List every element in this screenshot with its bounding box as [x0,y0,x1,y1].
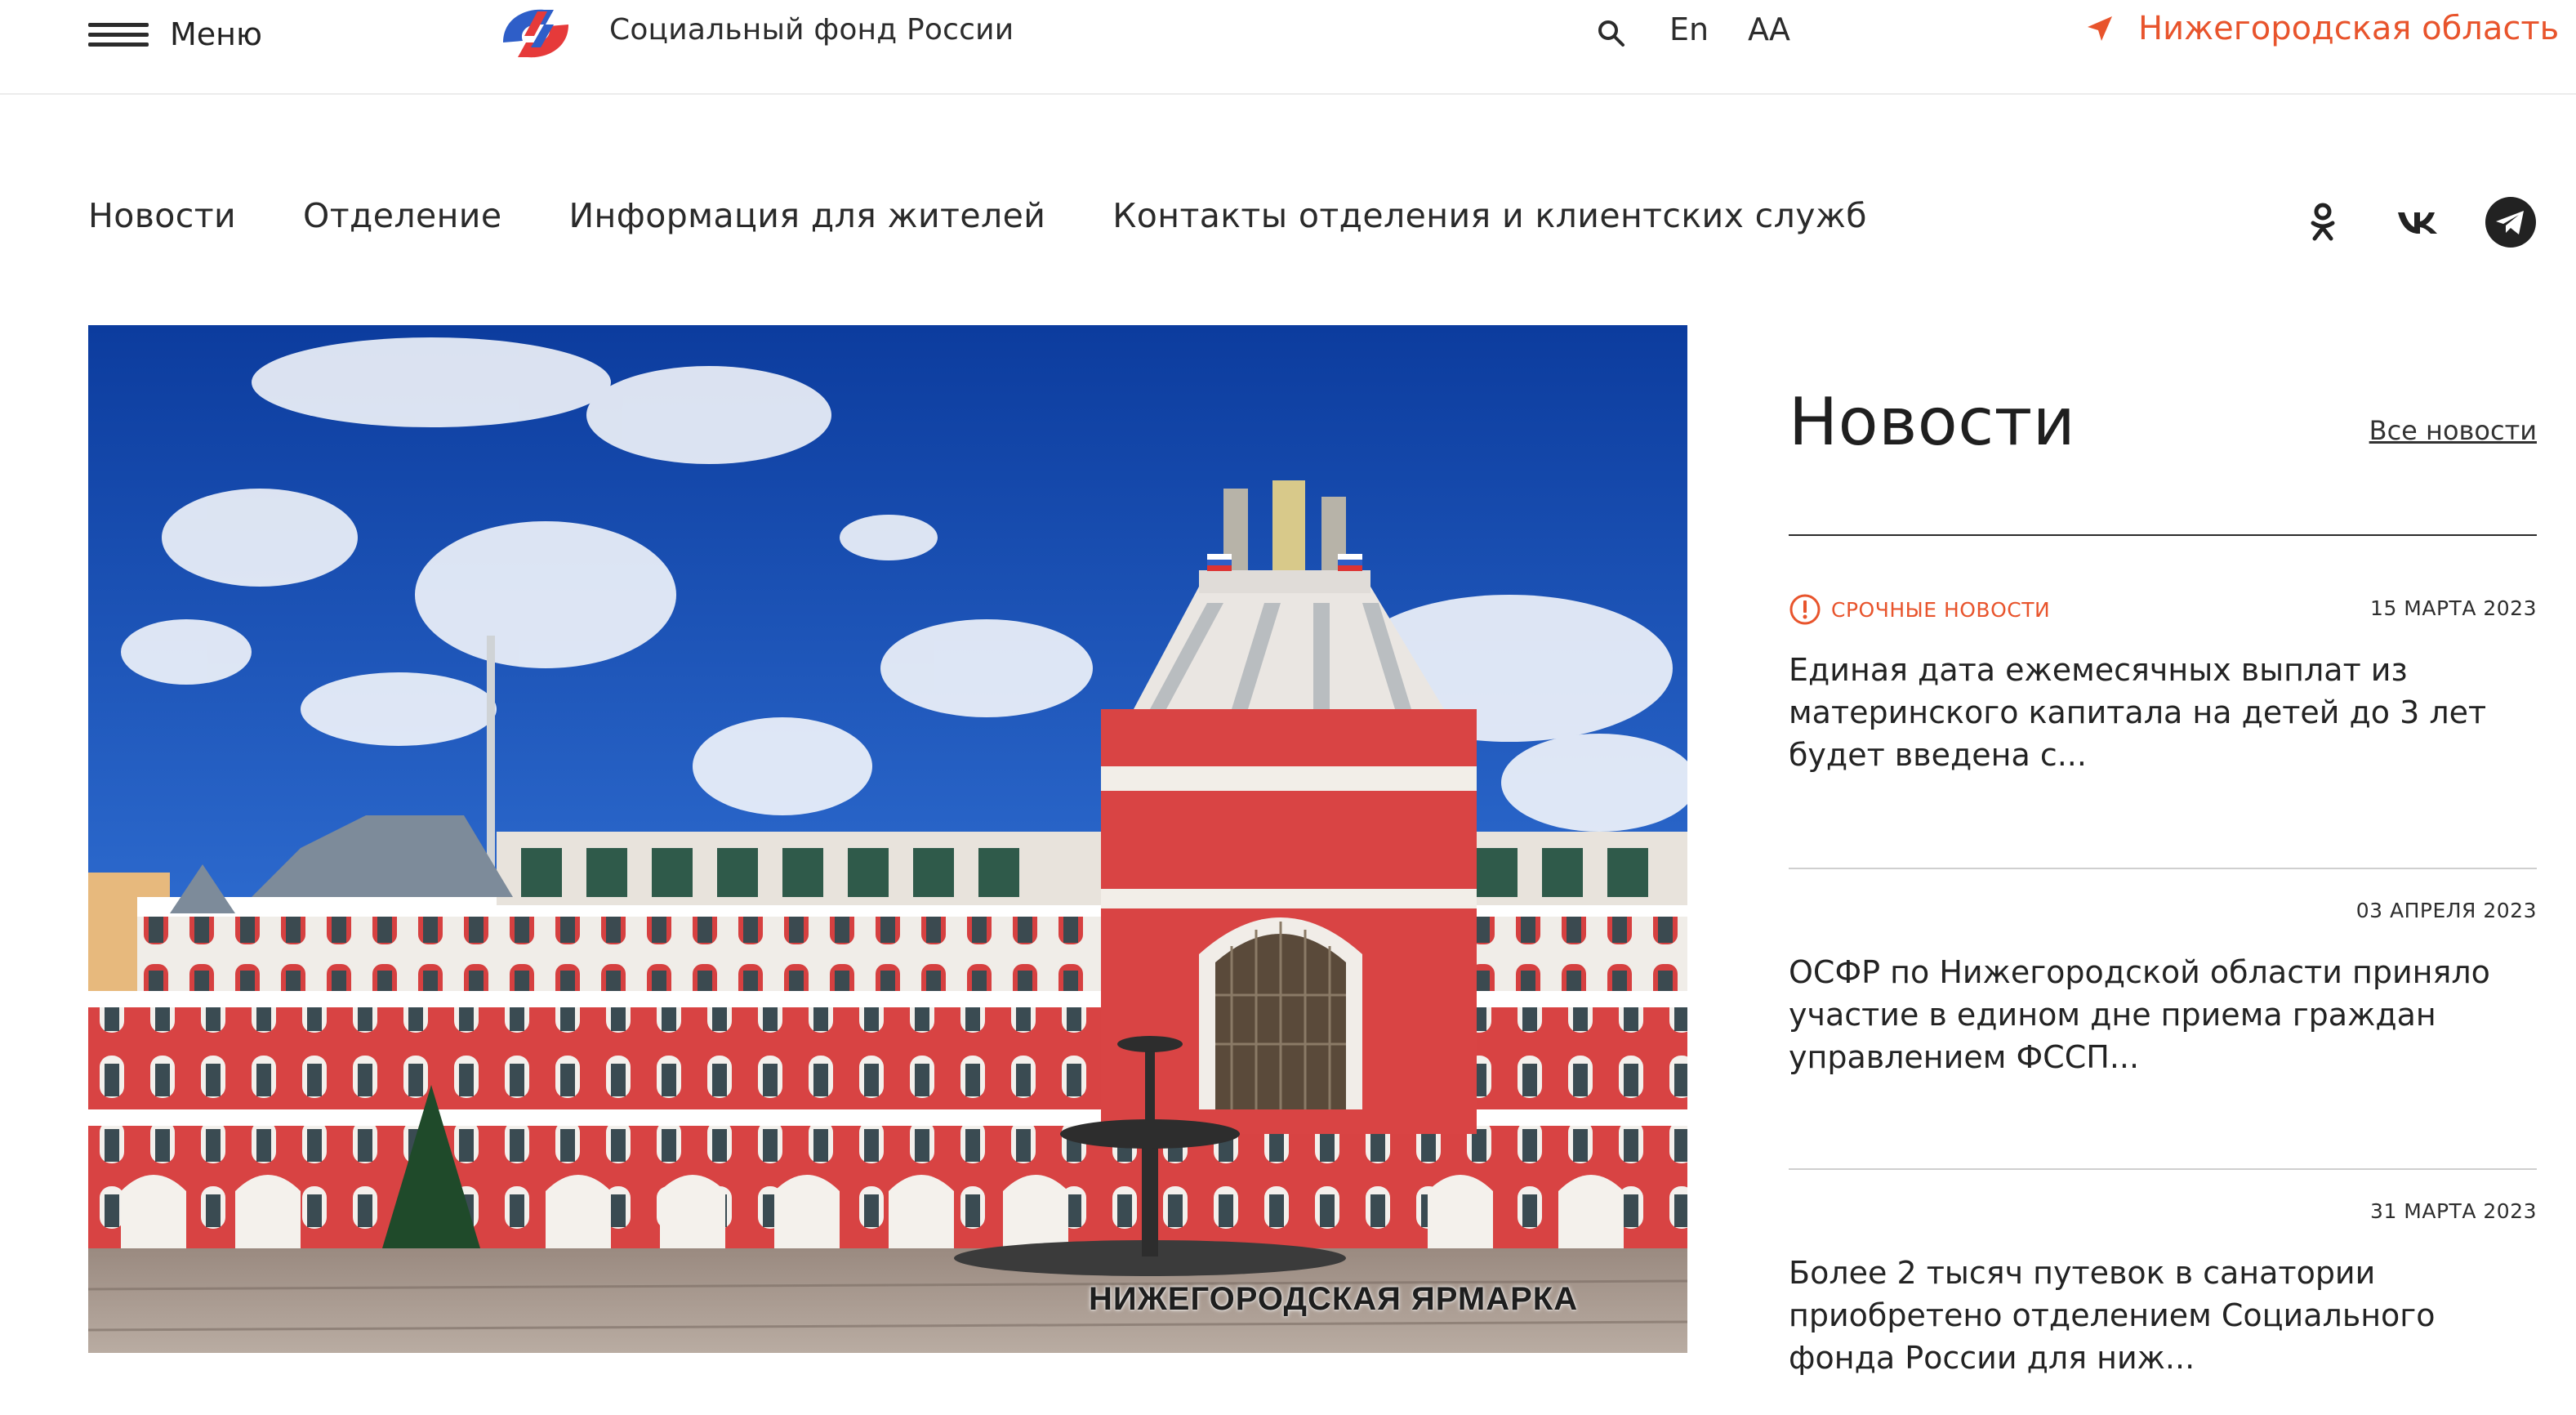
news-panel: Новости Все новости СРОЧНЫЕ НОВОСТИ 15 М… [1789,384,2537,1376]
news-headline[interactable]: Единая дата ежемесячных выплат из матери… [1789,649,2537,776]
search-icon[interactable] [1594,16,1629,51]
news-date: 15 МАРТА 2023 [2370,596,2537,620]
urgent-tag: СРОЧНЫЕ НОВОСТИ [1789,593,2050,626]
news-divider [1789,534,2537,536]
nav-item-residents-info[interactable]: Информация для жителей [568,196,1045,235]
location-arrow-icon [2088,16,2112,41]
menu-label: Меню [170,16,262,52]
news-date: 31 МАРТА 2023 [2370,1199,2537,1223]
nav-item-news[interactable]: Новости [88,196,236,235]
hero-caption: НИЖЕГОРОДСКАЯ ЯРМАРКА [1089,1281,1579,1317]
news-item-divider [1789,1168,2537,1170]
news-item-divider [1789,868,2537,869]
nav-item-department[interactable]: Отделение [303,196,501,235]
vk-icon[interactable] [2393,196,2445,248]
all-news-link[interactable]: Все новости [2369,415,2537,446]
urgent-tag-label: СРОЧНЫЕ НОВОСТИ [1831,597,2051,622]
telegram-icon[interactable] [2485,196,2537,248]
odnoklassniki-icon[interactable] [2297,196,2349,248]
top-header: Меню Социальный фонд России En АА Нижего… [0,0,2576,95]
language-switch[interactable]: En [1669,11,1709,47]
news-date: 03 АПРЕЛЯ 2023 [2355,899,2537,922]
hamburger-icon [88,18,149,51]
brand-name[interactable]: Социальный фонд России [609,13,1014,47]
news-meta: 31 МАРТА 2023 [1789,1196,2537,1229]
news-item[interactable]: 31 МАРТА 2023 Более 2 тысяч путевок в са… [1789,1168,2537,1379]
fair-building-illustration [88,325,1687,1353]
news-item[interactable]: 03 АПРЕЛЯ 2023 ОСФР по Нижегородской обл… [1789,868,2537,1078]
exclamation-circle-icon [1789,594,1821,625]
sfr-logo[interactable] [495,0,577,67]
news-headline[interactable]: Более 2 тысяч путевок в санатории приобр… [1789,1252,2537,1379]
news-meta: СРОЧНЫЕ НОВОСТИ 15 МАРТА 2023 [1789,593,2537,626]
main-nav: Новости Отделение Информация для жителей… [88,196,1934,235]
hero-image[interactable]: НИЖЕГОРОДСКАЯ ЯРМАРКА [88,325,1687,1353]
news-headline[interactable]: ОСФР по Нижегородской области приняло уч… [1789,951,2537,1078]
page: Меню Социальный фонд России En АА Нижего… [0,0,2576,1415]
nav-item-contacts[interactable]: Контакты отделения и клиентских служб [1112,196,1867,235]
font-size-toggle[interactable]: АА [1748,11,1790,47]
news-item[interactable]: СРОЧНЫЕ НОВОСТИ 15 МАРТА 2023 Единая дат… [1789,593,2537,776]
menu-button[interactable]: Меню [88,11,262,57]
region-label: Нижегородская область [2138,10,2560,47]
news-meta: 03 АПРЕЛЯ 2023 [1789,895,2537,928]
region-selector[interactable]: Нижегородская область [2084,10,2559,47]
